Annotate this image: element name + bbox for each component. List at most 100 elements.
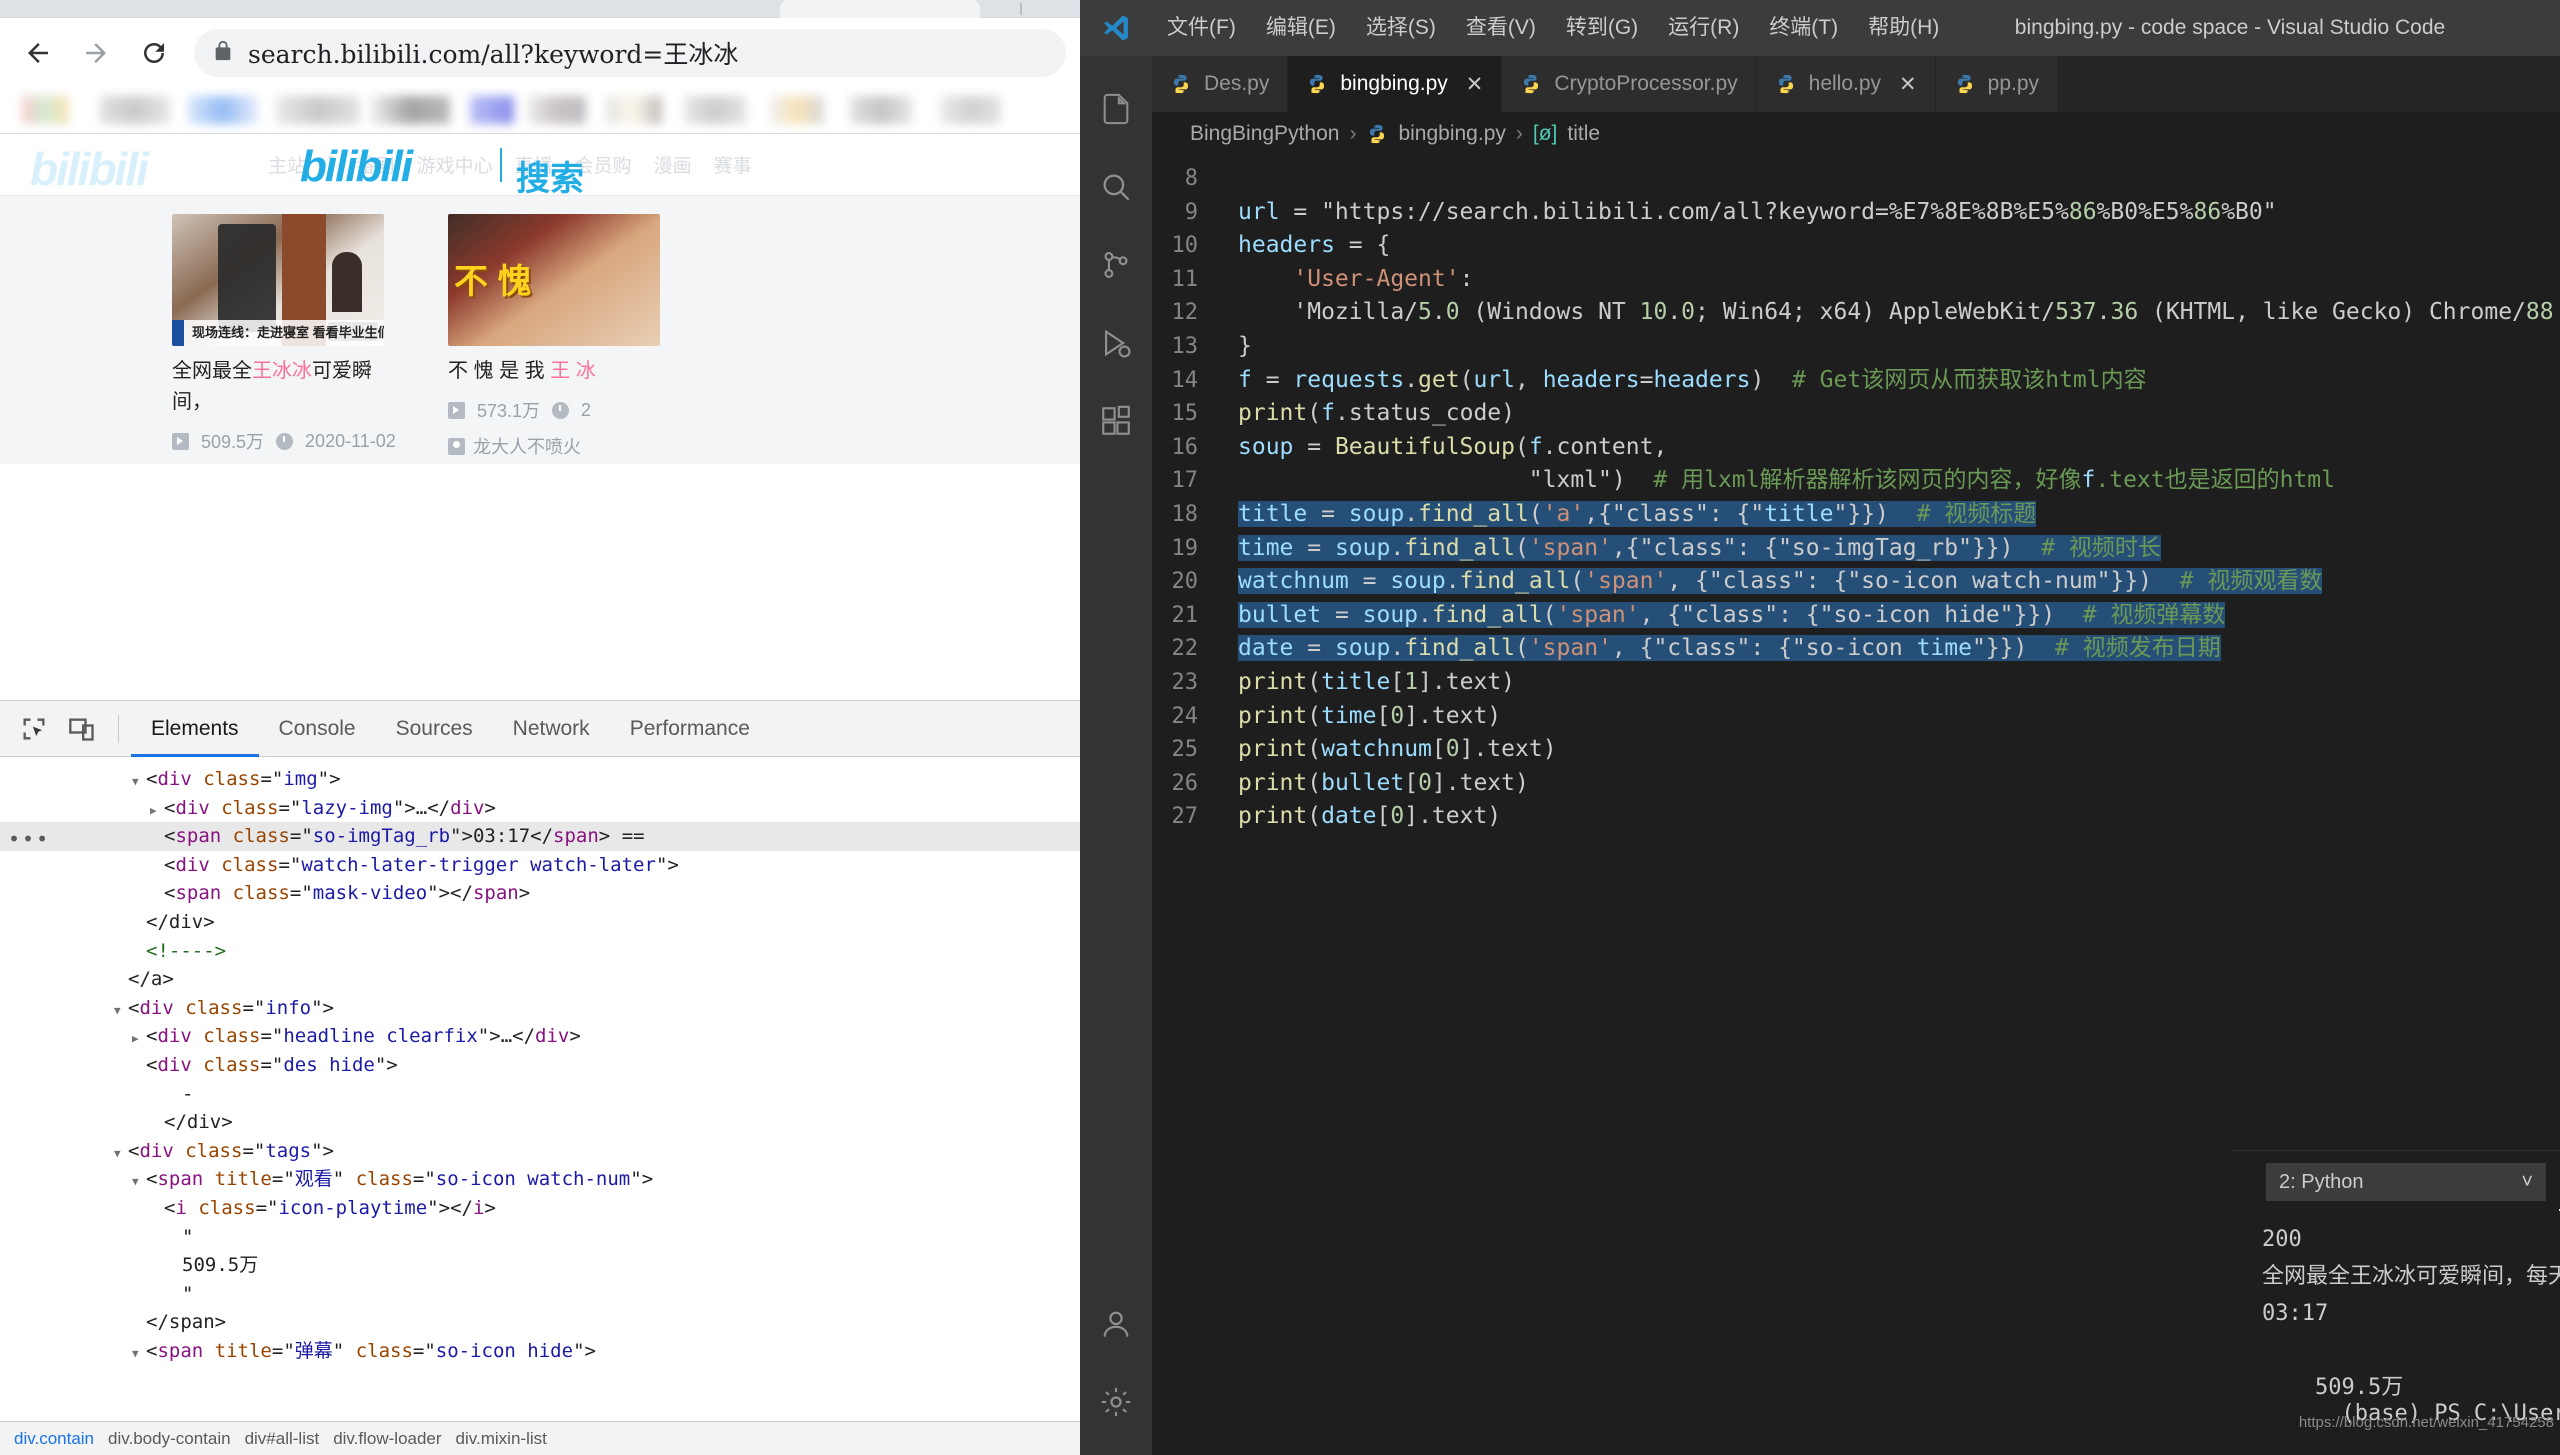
breadcrumb-project[interactable]: BingBingPython: [1190, 122, 1339, 146]
settings-gear-icon[interactable]: [1080, 1363, 1152, 1441]
close-icon[interactable]: ✕: [1899, 72, 1917, 97]
dom-tree-row[interactable]: <div class="info">: [0, 994, 1080, 1023]
code-line[interactable]: 8: [1152, 162, 2560, 196]
bookmarks-bar[interactable]: [0, 88, 1080, 134]
menu-view[interactable]: 查看(V): [1451, 0, 1551, 56]
dom-tree-row[interactable]: -: [0, 1080, 1080, 1109]
dom-tree-row[interactable]: ": [0, 1280, 1080, 1309]
browser-tab[interactable]: [780, 0, 980, 18]
video-card[interactable]: 03:17 现场连线：走进寝室 看看毕业生们在忙 全网最全王冰冰可爱瞬间， 每天…: [172, 214, 396, 464]
dom-tree-row[interactable]: <i class="icon-playtime"></i>: [0, 1194, 1080, 1223]
bookmark-item[interactable]: [22, 96, 68, 124]
code-line[interactable]: 13}: [1152, 330, 2560, 364]
editor-tab-pp[interactable]: pp.py: [1935, 56, 2059, 112]
code-line[interactable]: 18 title = soup.find_all('a',{"class": {"…: [1152, 498, 2560, 532]
terminal-selector[interactable]: 2: Python ˅: [2266, 1163, 2546, 1201]
source-control-icon[interactable]: [1080, 226, 1152, 304]
code-line[interactable]: 16 soup = BeautifulSoup(f.content,: [1152, 431, 2560, 465]
editor-tab-des[interactable]: Des.py: [1152, 56, 1289, 112]
account-icon[interactable]: [1080, 1285, 1152, 1363]
code-line[interactable]: 25 print(watchnum[0].text): [1152, 733, 2560, 767]
tab-console[interactable]: Console: [259, 701, 376, 757]
bilibili-logo[interactable]: bilibili: [300, 142, 413, 192]
explorer-icon[interactable]: [1080, 70, 1152, 148]
bookmark-item[interactable]: [100, 96, 170, 124]
video-card[interactable]: 不 愧 不 愧 是 我 王 冰 573.1万 2 龙大人不喷火: [448, 214, 660, 459]
dom-tree-row[interactable]: ": [0, 1223, 1080, 1252]
dom-tree-row[interactable]: <div class="des hide">: [0, 1051, 1080, 1080]
code-line[interactable]: 20 watchnum = soup.find_all('span', {"cla…: [1152, 565, 2560, 599]
inspect-element-icon[interactable]: [10, 705, 58, 753]
tab-network[interactable]: Network: [493, 701, 610, 757]
bookmark-item[interactable]: [470, 96, 514, 124]
tab-elements[interactable]: Elements: [131, 701, 259, 757]
menu-go[interactable]: 转到(G): [1551, 0, 1653, 56]
code-line[interactable]: 14 f = requests.get(url, headers=headers)…: [1152, 364, 2560, 398]
video-title[interactable]: 不 愧 是 我 王 冰: [448, 356, 660, 387]
breadcrumb-item-4[interactable]: div.mixin-list: [456, 1429, 547, 1449]
dom-tree[interactable]: <div class="img"><div class="lazy-img">……: [0, 757, 1080, 1452]
nav-item-7[interactable]: 赛事: [714, 151, 752, 178]
dom-tree-row[interactable]: <div class="watch-later-trigger watch-la…: [0, 851, 1080, 880]
video-thumbnail[interactable]: 03:17 现场连线：走进寝室 看看毕业生们在忙: [172, 214, 384, 346]
code-line[interactable]: 27 print(date[0].text): [1152, 800, 2560, 834]
dom-tree-row[interactable]: <!---->: [0, 937, 1080, 966]
nav-item-6[interactable]: 漫画: [654, 151, 692, 178]
reload-button[interactable]: [130, 29, 178, 77]
bookmark-item[interactable]: [770, 96, 824, 124]
menu-file[interactable]: 文件(F): [1152, 0, 1251, 56]
code-line[interactable]: 11 'User-Agent':: [1152, 263, 2560, 297]
bookmark-item[interactable]: [850, 96, 912, 124]
dom-tree-row[interactable]: <div class="lazy-img">…</div>: [0, 794, 1080, 823]
menu-run[interactable]: 运行(R): [1653, 0, 1754, 56]
menu-terminal[interactable]: 终端(T): [1754, 0, 1853, 56]
bookmark-item[interactable]: [606, 96, 662, 124]
dom-tree-row[interactable]: <div class="img">: [0, 765, 1080, 794]
editor-tab-hello[interactable]: hello.py ✕: [1756, 56, 1936, 112]
code-line[interactable]: 12 'Mozilla/5.0 (Windows NT 10.0; Win64;…: [1152, 296, 2560, 330]
code-line[interactable]: 19 time = soup.find_all('span',{"class": …: [1152, 532, 2560, 566]
dom-tree-row[interactable]: ••• <span class="so-imgTag_rb">03:17</spa…: [0, 822, 1080, 851]
code-line[interactable]: 21 bullet = soup.find_all('span', {"class…: [1152, 599, 2560, 633]
dom-tree-row[interactable]: <div class="headline clearfix">…</div>: [0, 1022, 1080, 1051]
address-bar[interactable]: search.bilibili.com/all?keyword=王冰冰: [194, 29, 1066, 77]
dom-tree-row[interactable]: </span>: [0, 1308, 1080, 1337]
tab-performance[interactable]: Performance: [610, 701, 770, 757]
breadcrumb-item-0[interactable]: div.contain: [14, 1429, 94, 1449]
breadcrumb-item-2[interactable]: div#all-list: [245, 1429, 320, 1449]
breadcrumb-file[interactable]: bingbing.py: [1398, 122, 1505, 146]
bookmark-item[interactable]: [188, 96, 258, 124]
breadcrumb-item-3[interactable]: div.flow-loader: [333, 1429, 441, 1449]
back-button[interactable]: [14, 29, 62, 77]
dom-tree-row[interactable]: </div>: [0, 908, 1080, 937]
bookmark-item[interactable]: [528, 96, 586, 124]
dom-tree-row[interactable]: </div>: [0, 1108, 1080, 1137]
forward-button[interactable]: [72, 29, 120, 77]
bookmark-item[interactable]: [940, 96, 1000, 124]
code-line[interactable]: 24 print(time[0].text): [1152, 700, 2560, 734]
breadcrumb-item-1[interactable]: div.body-contain: [108, 1429, 231, 1449]
dom-tree-row[interactable]: <span class="mask-video"></span>: [0, 879, 1080, 908]
dom-tree-row[interactable]: </a>: [0, 965, 1080, 994]
code-line[interactable]: 9 url = "https://search.bilibili.com/all?…: [1152, 196, 2560, 230]
extensions-icon[interactable]: [1080, 382, 1152, 460]
code-line[interactable]: 22 date = soup.find_all('span', {"class":…: [1152, 632, 2560, 666]
tab-sources[interactable]: Sources: [376, 701, 493, 757]
dom-tree-row[interactable]: 509.5万: [0, 1251, 1080, 1280]
code-line[interactable]: 10 headers = {: [1152, 229, 2560, 263]
dom-tree-row[interactable]: <span title="弹幕" class="so-icon hide">: [0, 1337, 1080, 1366]
video-title[interactable]: 全网最全王冰冰可爱瞬间， 每天一遍，忘记初恋: [172, 356, 384, 418]
bookmark-item[interactable]: [684, 96, 746, 124]
device-toolbar-icon[interactable]: [58, 705, 106, 753]
close-icon[interactable]: ✕: [1466, 72, 1484, 97]
code-line[interactable]: 23 print(title[1].text): [1152, 666, 2560, 700]
code-line[interactable]: 15 print(f.status_code): [1152, 397, 2560, 431]
bookmark-item[interactable]: [276, 96, 360, 124]
dom-tree-row[interactable]: <span title="观看" class="so-icon watch-nu…: [0, 1165, 1080, 1194]
run-debug-icon[interactable]: [1080, 304, 1152, 382]
dom-tree-row[interactable]: <div class="tags">: [0, 1137, 1080, 1166]
breadcrumb-symbol[interactable]: title: [1567, 122, 1600, 146]
menu-help[interactable]: 帮助(H): [1853, 0, 1954, 56]
video-thumbnail[interactable]: 不 愧: [448, 214, 660, 346]
video-uploader[interactable]: 龙大人不喷火: [448, 433, 660, 459]
